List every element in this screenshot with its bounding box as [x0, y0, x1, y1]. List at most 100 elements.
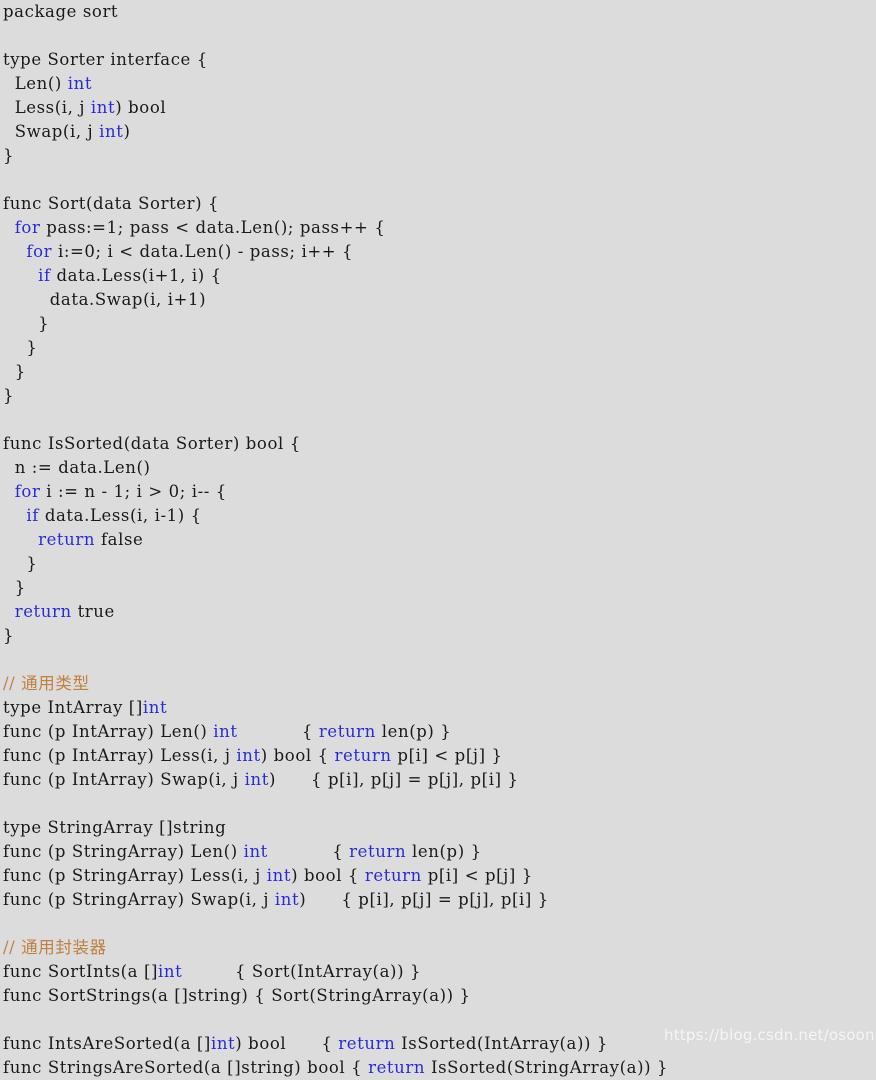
code-line: func IntsAreSorted(a []int) bool { retur… — [0, 1032, 876, 1056]
code-line: for pass:=1; pass < data.Len(); pass++ { — [0, 216, 876, 240]
code-line: func (p IntArray) Swap(i, j int) { p[i],… — [0, 768, 876, 792]
code-token-plain: ) — [123, 122, 131, 141]
code-token-plain: type Sorter interface { — [3, 50, 208, 69]
code-token-plain: } — [3, 626, 15, 645]
code-line: func StringsAreSorted(a []string) bool {… — [0, 1056, 876, 1080]
code-token-keyword: int — [244, 770, 269, 789]
code-line: n := data.Len() — [0, 456, 876, 480]
code-token-plain: IsSorted(StringArray(a)) } — [425, 1058, 669, 1077]
code-token-plain: } — [3, 362, 26, 381]
code-token-keyword: int — [243, 842, 268, 861]
code-token-plain: func IsSorted(data Sorter) bool { — [3, 434, 301, 453]
code-token-plain: } — [3, 578, 26, 597]
code-token-keyword: int — [142, 698, 168, 717]
code-token-plain: func (p StringArray) Swap(i, j — [3, 890, 275, 909]
code-token-keyword: int — [266, 866, 292, 885]
code-token-keyword: if — [26, 506, 39, 525]
code-token-keyword: for — [14, 218, 41, 237]
code-token-plain: ) bool — [115, 98, 167, 117]
code-token-plain: ) { p[i], p[j] = p[j], p[i] } — [299, 890, 549, 909]
code-line: for i := n - 1; i > 0; i-- { — [0, 480, 876, 504]
code-token-keyword: for — [26, 242, 53, 261]
code-line: return false — [0, 528, 876, 552]
code-token-keyword: return — [338, 1034, 396, 1053]
code-line: } — [0, 312, 876, 336]
code-line: func (p StringArray) Swap(i, j int) { p[… — [0, 888, 876, 912]
code-token-comment: // 通用类型 — [3, 674, 90, 693]
code-line: } — [0, 576, 876, 600]
code-line: func SortInts(a []int { Sort(IntArray(a)… — [0, 960, 876, 984]
code-token-plain: pass:=1; pass < data.Len(); pass++ { — [40, 218, 386, 237]
code-line: func IsSorted(data Sorter) bool { — [0, 432, 876, 456]
code-token-plain: i:=0; i < data.Len() - pass; i++ { — [52, 242, 354, 261]
code-line: return true — [0, 600, 876, 624]
code-line: Less(i, j int) bool — [0, 96, 876, 120]
code-token-plain: func (p StringArray) Less(i, j — [3, 866, 267, 885]
code-token-keyword: int — [236, 746, 261, 765]
code-token-plain: func Sort(data Sorter) { — [3, 194, 220, 213]
code-token-keyword: int — [99, 122, 124, 141]
code-line: func SortStrings(a []string) { Sort(Stri… — [0, 984, 876, 1008]
code-token-plain: { — [237, 722, 319, 741]
code-token-keyword: return — [318, 722, 376, 741]
code-token-plain: data.Less(i+1, i) { — [50, 266, 222, 285]
code-token-plain: { Sort(IntArray(a)) } — [182, 962, 422, 981]
code-line: func (p StringArray) Len() int { return … — [0, 840, 876, 864]
code-token-plain: } — [3, 338, 38, 357]
code-token-keyword: if — [38, 266, 51, 285]
code-token-plain: data.Swap(i, i+1) — [3, 290, 207, 309]
code-token-plain: func StringsAreSorted(a []string) bool { — [3, 1058, 369, 1077]
code-token-keyword: return — [368, 1058, 426, 1077]
code-token-plain: } — [3, 314, 50, 333]
code-token-plain: Swap(i, j — [3, 122, 100, 141]
code-token-keyword: return — [14, 602, 72, 621]
code-line: for i:=0; i < data.Len() - pass; i++ { — [0, 240, 876, 264]
code-token-plain: data.Less(i, i-1) { — [38, 506, 202, 525]
code-line: } — [0, 360, 876, 384]
code-line: func (p IntArray) Less(i, j int) bool { … — [0, 744, 876, 768]
code-token-plain: func SortStrings(a []string) { Sort(Stri… — [3, 986, 471, 1005]
code-token-plain: p[i] < p[j] } — [421, 866, 533, 885]
code-token-keyword: int — [210, 1034, 236, 1053]
code-line: } — [0, 624, 876, 648]
code-line: type StringArray []string — [0, 816, 876, 840]
code-line: } — [0, 144, 876, 168]
code-token-plain: package sort — [3, 2, 119, 21]
code-token-plain: n := data.Len() — [3, 458, 151, 477]
code-token-plain: func (p IntArray) Less(i, j — [3, 746, 237, 765]
code-token-plain: true — [71, 602, 115, 621]
code-token-plain: func IntsAreSorted(a [] — [3, 1034, 211, 1053]
code-line: Len() int — [0, 72, 876, 96]
code-token-plain: func (p StringArray) Len() — [3, 842, 244, 861]
code-token-plain: IsSorted(IntArray(a)) } — [395, 1034, 608, 1053]
code-token-plain: type StringArray []string — [3, 818, 227, 837]
code-line: } — [0, 552, 876, 576]
code-token-keyword: int — [67, 74, 93, 93]
code-token-plain: len(p) } — [406, 842, 482, 861]
code-line: type Sorter interface { — [0, 48, 876, 72]
code-token-keyword: int — [90, 98, 116, 117]
code-token-plain: Len() — [3, 74, 68, 93]
code-token-plain: { — [267, 842, 350, 861]
code-line: if data.Less(i, i-1) { — [0, 504, 876, 528]
code-token-plain: false — [95, 530, 144, 549]
code-token-plain: ) bool { — [235, 1034, 339, 1053]
code-token-plain: Less(i, j — [3, 98, 91, 117]
code-token-keyword: int — [158, 962, 183, 981]
code-line: type IntArray []int — [0, 696, 876, 720]
code-token-plain: i := n - 1; i > 0; i-- { — [40, 482, 227, 501]
code-token-plain: } — [3, 554, 38, 573]
code-token-plain: } — [3, 386, 15, 405]
code-line: func (p StringArray) Less(i, j int) bool… — [0, 864, 876, 888]
